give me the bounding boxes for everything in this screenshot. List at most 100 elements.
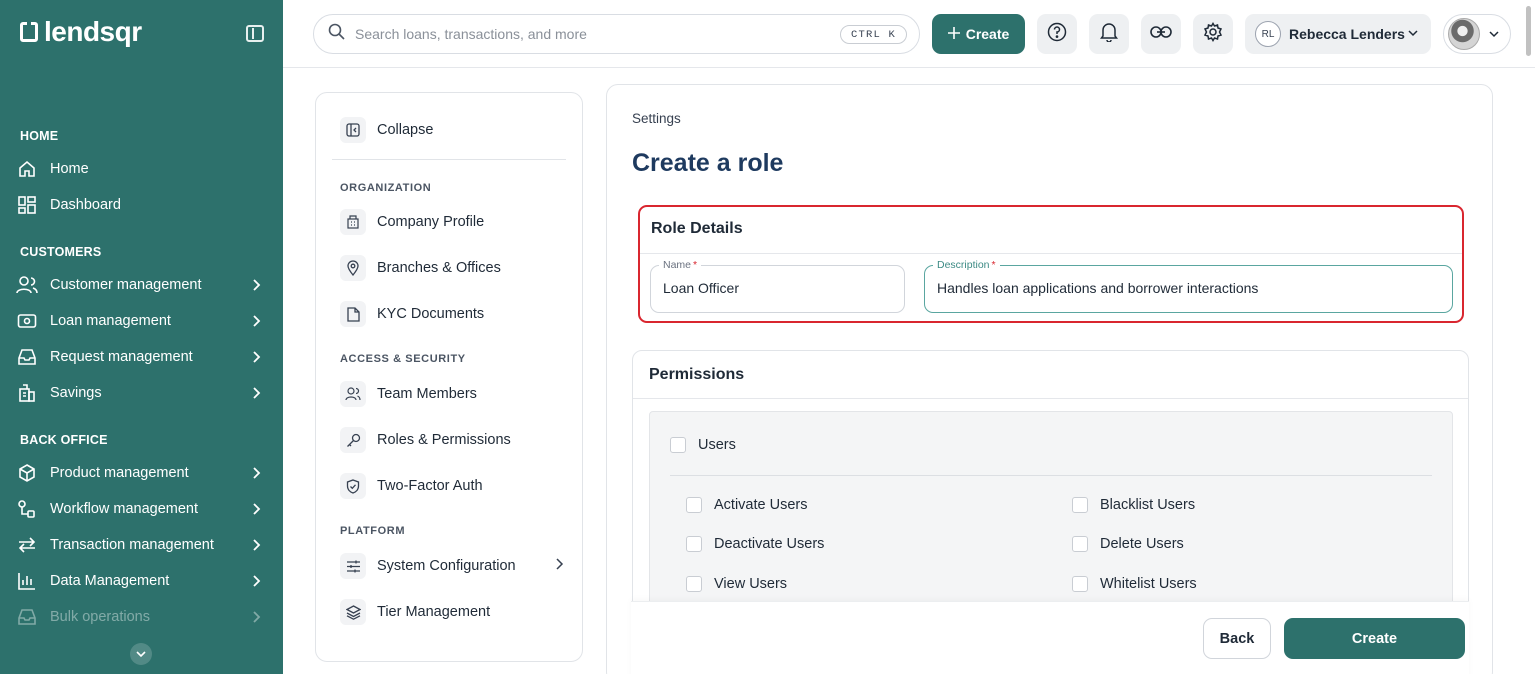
link-button[interactable] <box>1141 14 1181 54</box>
sidebar-item-label: Bulk operations <box>50 609 150 625</box>
permission-group-label: Users <box>698 437 736 453</box>
sidebar-item-home[interactable]: Home <box>16 154 268 184</box>
sidebar-item-dashboard[interactable]: Dashboard <box>16 190 268 220</box>
bell-icon <box>1100 22 1118 47</box>
subnav-item-company-profile[interactable]: Company Profile <box>340 207 560 237</box>
chevron-down-icon <box>1488 27 1500 45</box>
layers-icon <box>340 599 366 625</box>
subnav-item-branches-offices[interactable]: Branches & Offices <box>340 253 560 283</box>
subnav-item-label: KYC Documents <box>377 306 485 322</box>
checkbox[interactable] <box>686 536 702 552</box>
required-mark: * <box>693 259 698 271</box>
permission-blacklist-users[interactable]: Blacklist Users <box>1072 497 1195 513</box>
shield-icon <box>340 473 366 499</box>
sidebar-item-savings[interactable]: Savings <box>16 378 268 408</box>
cube-icon <box>16 462 38 484</box>
breadcrumb[interactable]: Settings <box>632 111 681 126</box>
sidebar-item-data-management[interactable]: Data Management <box>16 566 268 596</box>
sidebar-item-customer-management[interactable]: Customer management <box>16 270 268 300</box>
sidebar-item-label: Loan management <box>50 313 171 329</box>
permission-delete-users[interactable]: Delete Users <box>1072 536 1184 552</box>
page-scrollbar[interactable] <box>1526 6 1531 56</box>
subnav-section-organization: ORGANIZATION <box>340 182 432 194</box>
subnav-collapse-button[interactable]: Collapse <box>340 115 560 145</box>
workflow-icon <box>16 498 38 520</box>
subnav-divider <box>332 159 566 160</box>
checkbox[interactable] <box>686 497 702 513</box>
subnav-item-two-factor-auth[interactable]: Two-Factor Auth <box>340 471 560 501</box>
chevron-right-icon <box>248 537 264 553</box>
sidebar-item-product-management[interactable]: Product management <box>16 458 268 488</box>
search-input[interactable] <box>355 26 815 42</box>
sidebar-item-label: Request management <box>50 349 193 365</box>
divider <box>670 475 1432 476</box>
subnav-item-tier-management[interactable]: Tier Management <box>340 597 560 627</box>
permission-deactivate-users[interactable]: Deactivate Users <box>686 536 824 552</box>
permission-whitelist-users[interactable]: Whitelist Users <box>1072 576 1197 592</box>
sidebar-item-loan-management[interactable]: Loan management <box>16 306 268 336</box>
subnav-item-label: Two-Factor Auth <box>377 478 483 494</box>
chevron-down-icon <box>136 645 146 663</box>
bank-icon <box>16 382 38 404</box>
permission-activate-users[interactable]: Activate Users <box>686 497 807 513</box>
help-button[interactable] <box>1037 14 1077 54</box>
chevron-right-icon <box>248 573 264 589</box>
bar-chart-icon <box>16 570 38 592</box>
sidebar: lendsqr HOME Home Dashboard CUSTOMERS Cu… <box>0 0 283 674</box>
chevron-right-icon <box>248 465 264 481</box>
chevron-right-icon <box>248 349 264 365</box>
checkbox[interactable] <box>1072 536 1088 552</box>
subnav-item-system-configuration[interactable]: System Configuration <box>340 551 564 581</box>
sidebar-item-request-management[interactable]: Request management <box>16 342 268 372</box>
help-icon <box>1047 22 1067 47</box>
role-name-field[interactable]: Name * <box>650 259 905 313</box>
subnav-item-roles-permissions[interactable]: Roles & Permissions <box>340 425 560 455</box>
checkbox[interactable] <box>670 437 686 453</box>
checkbox[interactable] <box>686 576 702 592</box>
gear-icon <box>1203 21 1223 47</box>
settings-button[interactable] <box>1193 14 1233 54</box>
chevron-down-icon <box>1407 26 1419 44</box>
permission-label: Whitelist Users <box>1100 576 1197 592</box>
sidebar-collapse-icon[interactable] <box>246 25 264 42</box>
permission-label: Blacklist Users <box>1100 497 1196 513</box>
sidebar-item-label: Dashboard <box>50 197 121 213</box>
user-menu-button[interactable] <box>1443 14 1511 54</box>
create-role-button[interactable]: Create <box>1284 618 1465 659</box>
sidebar-scroll-down-button[interactable] <box>130 643 152 665</box>
role-details-title: Role Details <box>651 220 743 237</box>
keyboard-shortcut-badge: CTRL K <box>839 25 907 44</box>
sidebar-item-workflow-management[interactable]: Workflow management <box>16 494 268 524</box>
create-button[interactable]: Create <box>932 14 1025 54</box>
building-icon <box>340 209 366 235</box>
sidebar-section-customers: CUSTOMERS <box>20 245 102 259</box>
notifications-button[interactable] <box>1089 14 1129 54</box>
subnav-item-kyc-documents[interactable]: KYC Documents <box>340 299 560 329</box>
role-description-field[interactable]: Description * <box>924 259 1453 313</box>
subnav-item-team-members[interactable]: Team Members <box>340 379 560 409</box>
chevron-right-icon <box>248 501 264 517</box>
location-pin-icon <box>340 255 366 281</box>
role-details-card: Role Details Name* Description* <box>638 205 1464 323</box>
user-avatar <box>1448 18 1480 50</box>
checkbox[interactable] <box>1072 576 1088 592</box>
checkbox[interactable] <box>1072 497 1088 513</box>
permission-group-checkbox-users[interactable]: Users <box>670 437 736 453</box>
collapse-label: Collapse <box>377 122 434 138</box>
loan-icon <box>16 310 38 332</box>
users-icon <box>16 274 38 296</box>
role-description-input[interactable] <box>937 280 1412 296</box>
sidebar-item-transaction-management[interactable]: Transaction management <box>16 530 268 560</box>
lendsqr-logo[interactable]: lendsqr <box>20 18 142 46</box>
back-button[interactable]: Back <box>1203 618 1271 659</box>
permission-label: Activate Users <box>714 497 808 513</box>
organization-switcher[interactable]: RL Rebecca Lenders <box>1245 14 1431 54</box>
sidebar-section-back-office: BACK OFFICE <box>20 433 108 447</box>
global-search[interactable]: CTRL K <box>313 14 920 54</box>
sidebar-item-bulk-operations[interactable]: Bulk operations <box>16 602 268 632</box>
permission-view-users[interactable]: View Users <box>686 576 787 592</box>
sidebar-section-home: HOME <box>20 129 59 143</box>
subnav-item-label: System Configuration <box>377 558 516 574</box>
role-name-input[interactable] <box>663 280 891 296</box>
settings-subnav: Collapse ORGANIZATION Company Profile Br… <box>315 92 583 662</box>
